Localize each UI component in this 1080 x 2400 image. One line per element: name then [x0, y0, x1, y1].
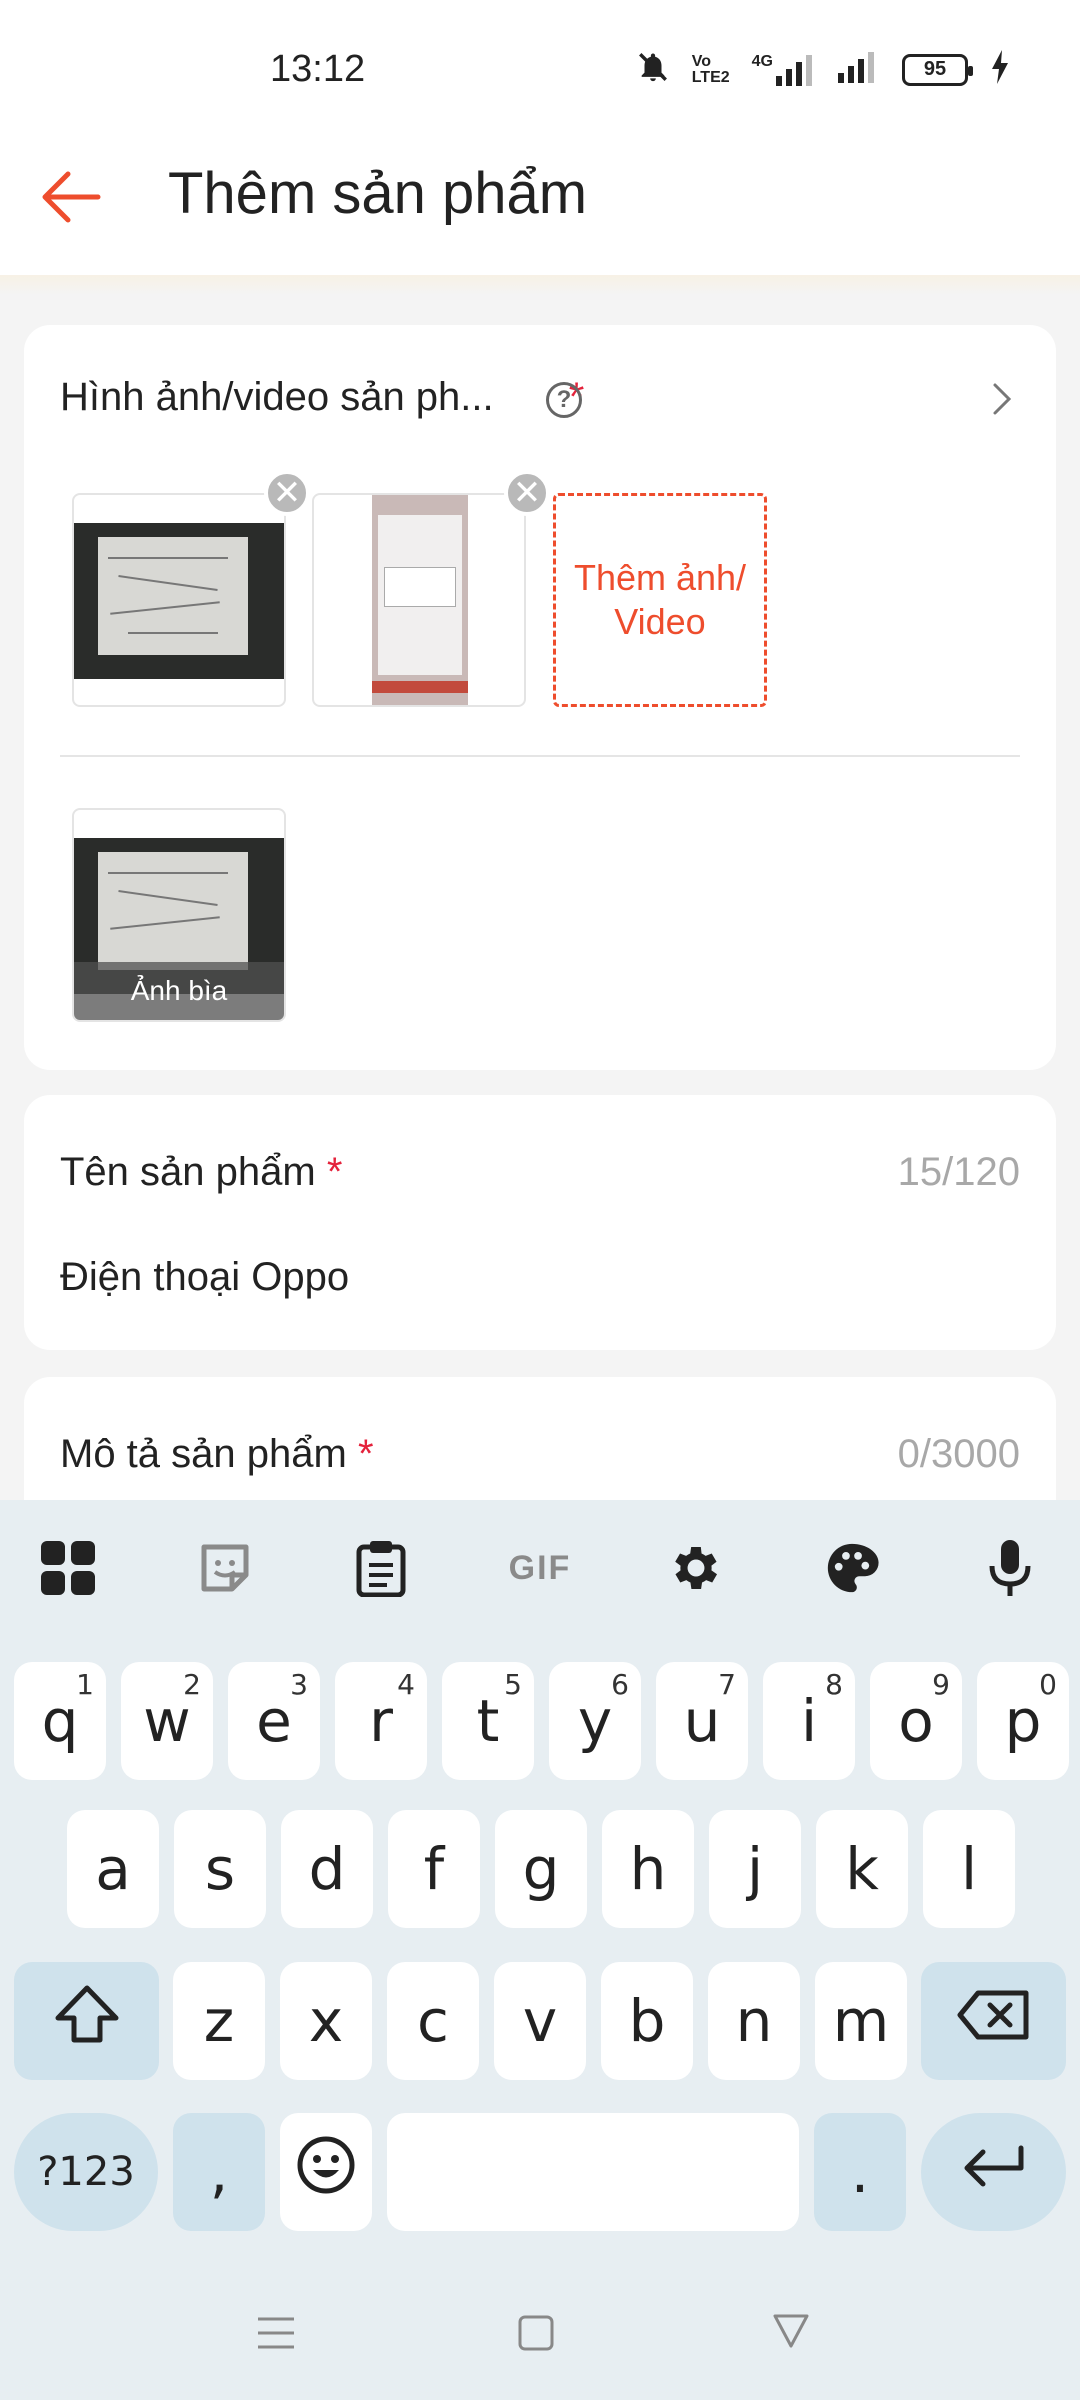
symbols-key[interactable]: ?123: [14, 2113, 158, 2231]
section-divider: [60, 755, 1020, 757]
key-e[interactable]: e3: [228, 1662, 320, 1780]
header-divider: [0, 275, 1080, 295]
key-k[interactable]: k: [816, 1810, 908, 1928]
cover-image-thumbnail[interactable]: Ảnh bìa: [72, 808, 286, 1022]
comma-key[interactable]: ,: [173, 2113, 265, 2231]
media-card: Hình ảnh/video sản ph... * ? ✕ ✕ Thêm ản…: [24, 325, 1056, 1070]
emoji-icon: [296, 2135, 356, 2209]
product-name-card: Tên sản phẩm * 15/120 Điện thoại Oppo: [24, 1095, 1056, 1350]
product-name-input[interactable]: Điện thoại Oppo: [60, 1255, 349, 1300]
key-y[interactable]: y6: [549, 1662, 641, 1780]
system-navigation-bar: [0, 2265, 1080, 2400]
key-o[interactable]: o9: [870, 1662, 962, 1780]
battery-icon: 95: [902, 53, 973, 86]
theme-palette-icon[interactable]: [822, 1538, 882, 1598]
shift-key[interactable]: [14, 1962, 159, 2080]
clipboard-icon[interactable]: [351, 1538, 411, 1598]
key-r[interactable]: r4: [335, 1662, 427, 1780]
key-t[interactable]: t5: [442, 1662, 534, 1780]
backspace-icon: [956, 1987, 1032, 2055]
product-name-counter: 15/120: [897, 1150, 1020, 1194]
mute-icon: [636, 50, 670, 89]
cover-label: Ảnh bìa: [74, 962, 284, 1020]
key-s[interactable]: s: [174, 1810, 266, 1928]
key-m[interactable]: m: [815, 1962, 907, 2080]
emoji-key[interactable]: [280, 2113, 372, 2231]
remove-media-button[interactable]: ✕: [504, 470, 550, 516]
key-l[interactable]: l: [923, 1810, 1015, 1928]
key-f[interactable]: f: [388, 1810, 480, 1928]
key-u[interactable]: u7: [656, 1662, 748, 1780]
key-hint-number: 6: [611, 1668, 629, 1701]
key-q[interactable]: q1: [14, 1662, 106, 1780]
key-hint-number: 3: [290, 1668, 308, 1701]
back-triangle-icon[interactable]: [772, 2313, 810, 2354]
required-mark: *: [326, 1150, 343, 1194]
key-j[interactable]: j: [709, 1810, 801, 1928]
media-thumbnail[interactable]: [312, 493, 526, 707]
remove-media-button[interactable]: ✕: [264, 470, 310, 516]
screenshot-thumbnail-image: [372, 495, 468, 705]
key-v[interactable]: v: [494, 1962, 586, 2080]
home-icon[interactable]: [518, 2315, 554, 2356]
apps-grid-icon[interactable]: [38, 1538, 98, 1598]
key-i[interactable]: i8: [763, 1662, 855, 1780]
chevron-right-icon[interactable]: [982, 379, 1022, 419]
key-hint-number: 4: [397, 1668, 415, 1701]
keyboard-toolbar: GIF: [0, 1500, 1080, 1630]
media-section-title[interactable]: Hình ảnh/video sản ph... *: [60, 375, 584, 420]
key-n[interactable]: n: [708, 1962, 800, 2080]
status-bar: 13:12 Vo LTE2 4G 95: [0, 0, 1080, 140]
key-d[interactable]: d: [281, 1810, 373, 1928]
enter-key[interactable]: [921, 2113, 1066, 2231]
volte-icon: Vo LTE2: [691, 52, 730, 86]
period-key[interactable]: .: [814, 2113, 906, 2231]
product-name-label: Tên sản phẩm *: [60, 1150, 343, 1194]
enter-arrow-icon: [959, 2138, 1029, 2206]
key-c[interactable]: c: [387, 1962, 479, 2080]
space-key[interactable]: [387, 2113, 799, 2231]
key-b[interactable]: b: [601, 1962, 693, 2080]
key-w[interactable]: w2: [121, 1662, 213, 1780]
charging-icon: [990, 50, 1010, 89]
back-arrow-icon[interactable]: [38, 162, 108, 232]
key-g[interactable]: g: [495, 1810, 587, 1928]
key-hint-number: 2: [183, 1668, 201, 1701]
add-media-button[interactable]: Thêm ảnh/ Video: [553, 493, 767, 707]
key-a[interactable]: a: [67, 1810, 159, 1928]
key-hint-number: 0: [1039, 1668, 1057, 1701]
key-h[interactable]: h: [602, 1810, 694, 1928]
key-hint-number: 7: [718, 1668, 736, 1701]
key-hint-number: 5: [504, 1668, 522, 1701]
photo-thumbnail-image: [74, 523, 284, 679]
required-mark: *: [357, 1432, 374, 1476]
signal-4g-icon: 4G: [752, 53, 816, 86]
key-z[interactable]: z: [173, 1962, 265, 2080]
signal-icon: [838, 51, 880, 88]
key-hint-number: 9: [932, 1668, 950, 1701]
key-hint-number: 8: [825, 1668, 843, 1701]
backspace-key[interactable]: [921, 1962, 1066, 2080]
gif-icon[interactable]: GIF: [500, 1538, 580, 1598]
app-header: Thêm sản phẩm: [0, 140, 1080, 275]
media-thumbnail[interactable]: [72, 493, 286, 707]
help-icon[interactable]: ?: [546, 382, 582, 418]
product-description-label: Mô tả sản phẩm *: [60, 1432, 374, 1476]
settings-gear-icon[interactable]: [666, 1538, 726, 1598]
sticker-icon[interactable]: [195, 1538, 255, 1598]
shift-arrow-icon: [54, 1984, 120, 2058]
product-description-counter: 0/3000: [897, 1432, 1020, 1476]
microphone-icon[interactable]: [980, 1538, 1040, 1598]
key-p[interactable]: p0: [977, 1662, 1069, 1780]
page-title: Thêm sản phẩm: [168, 161, 588, 226]
status-icons: Vo LTE2 4G 95: [636, 50, 1010, 89]
status-time: 13:12: [270, 48, 366, 90]
key-x[interactable]: x: [280, 1962, 372, 2080]
key-hint-number: 1: [76, 1668, 94, 1701]
menu-icon[interactable]: [256, 2315, 296, 2356]
